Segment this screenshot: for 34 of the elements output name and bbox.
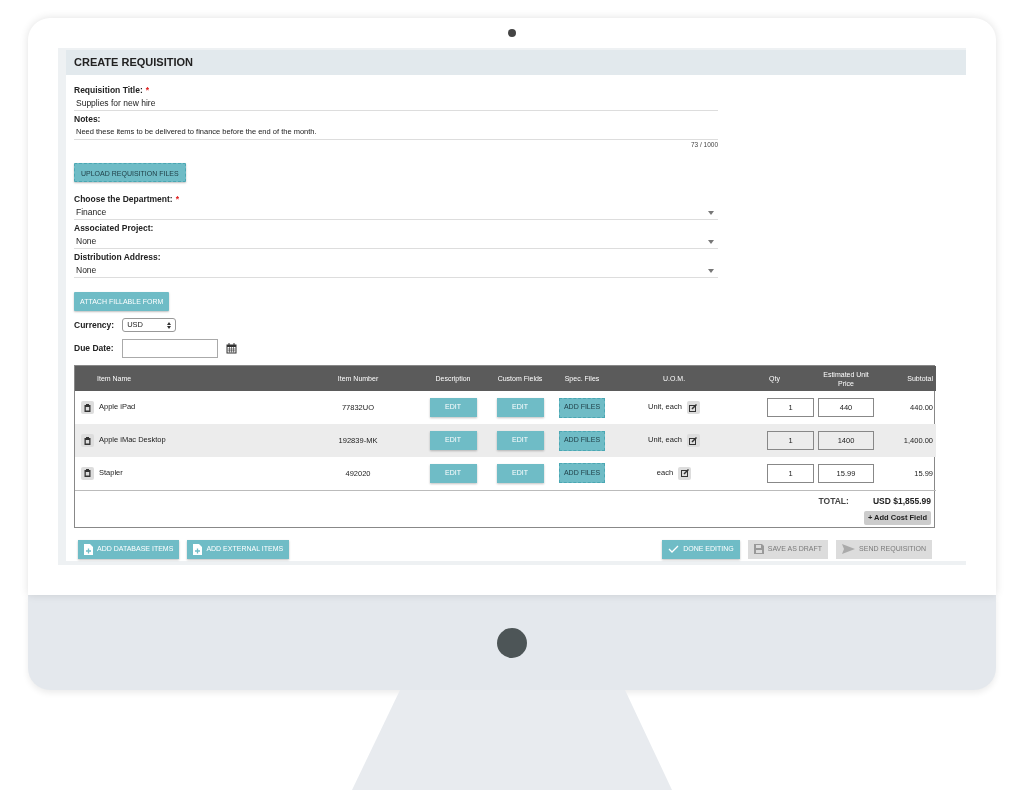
- required-mark: *: [145, 85, 150, 95]
- due-date-label: Due Date:: [74, 342, 114, 355]
- total-label: TOTAL:: [818, 494, 849, 508]
- page-title: CREATE REQUISITION: [66, 50, 966, 75]
- select-field[interactable]: Finance: [74, 205, 718, 220]
- field-label: Associated Project:: [74, 223, 154, 233]
- caret-icon: [708, 268, 714, 273]
- clipboard-icon[interactable]: [81, 466, 94, 480]
- field-label: Requisition Title:: [74, 85, 143, 95]
- select-field[interactable]: None: [74, 234, 718, 249]
- field-label: Choose the Department:: [74, 194, 173, 204]
- file-plus-icon: [193, 543, 203, 555]
- check-icon: [668, 545, 680, 553]
- required-mark: *: [175, 194, 180, 204]
- field-label: Notes:: [74, 114, 101, 124]
- clipboard-icon[interactable]: [81, 401, 94, 414]
- text-field[interactable]: Supplies for new hire: [74, 96, 718, 111]
- edit-icon[interactable]: [678, 466, 692, 480]
- edit-icon[interactable]: [686, 434, 700, 447]
- send-icon: [842, 544, 856, 554]
- save-icon: [753, 544, 764, 554]
- stepper-icon: [167, 321, 172, 329]
- file-plus-icon: [84, 543, 93, 555]
- caret-icon: [708, 210, 714, 215]
- caret-icon: [708, 239, 714, 244]
- camera-icon: [508, 29, 516, 37]
- edit-icon[interactable]: [686, 401, 700, 414]
- select-field[interactable]: None: [74, 263, 718, 278]
- field-label: Distribution Address:: [74, 252, 161, 262]
- calendar-icon[interactable]: [225, 343, 237, 354]
- total-value: USD $1,855.99: [872, 494, 931, 508]
- date-field[interactable]: [121, 339, 218, 358]
- currency-label: Currency:: [74, 318, 115, 332]
- clipboard-icon[interactable]: [81, 434, 94, 447]
